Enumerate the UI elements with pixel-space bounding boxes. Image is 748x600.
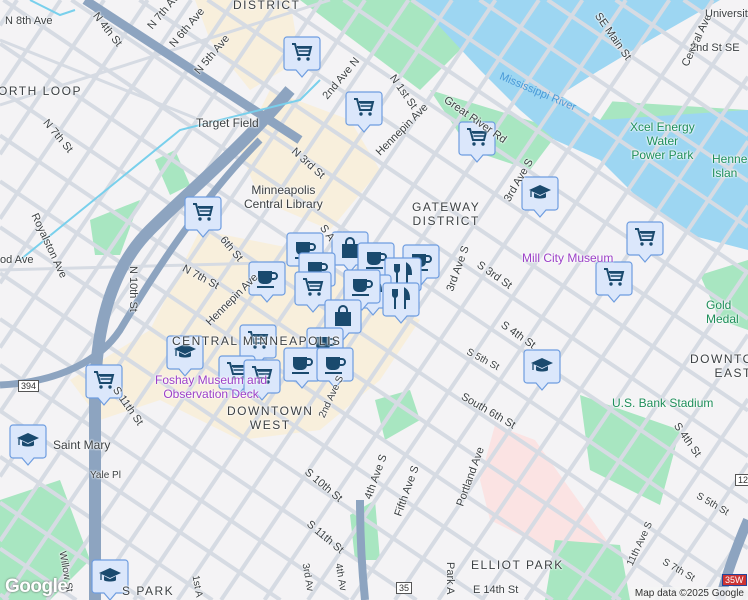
poi-hennepin-island[interactable]: Henne Islan (712, 152, 747, 180)
street-label: Park A (444, 562, 456, 595)
poi-mill-city-museum[interactable]: Mill City Museum (522, 251, 613, 265)
map-canvas[interactable] (0, 0, 748, 600)
district-label: GATEWAY DISTRICT (412, 200, 481, 228)
district-label: ORTH LOOP (0, 84, 82, 98)
street-label: E 14th St (473, 584, 519, 596)
district-label: DISTRICT (233, 0, 301, 12)
street-label: University (705, 8, 748, 20)
street (88, 0, 498, 600)
map-marker-grad[interactable] (9, 424, 47, 466)
poi-central-library[interactable]: Minneapolis Central Library (244, 183, 323, 211)
highway-shield-35w: 35W (722, 574, 747, 586)
district-label: DOWNTOWN WEST (227, 404, 314, 432)
poi-saint-mary[interactable]: Saint Mary (53, 438, 110, 452)
poi-us-bank-stadium[interactable]: U.S. Bank Stadium (612, 396, 713, 410)
street-label: od Ave (0, 254, 34, 266)
district-label: DOWNTOWN EAST (690, 352, 748, 380)
district-label: ELLIOT PARK (471, 558, 564, 572)
map-marker-cart[interactable] (184, 196, 222, 238)
poi-foshay[interactable]: Foshay Museum and Observation Deck (155, 373, 267, 401)
street-label: N 10th St (127, 266, 139, 312)
street-label: Yale Pl (90, 470, 121, 481)
poi-xcel-park[interactable]: Xcel Energy Water Power Park (630, 120, 695, 162)
street-label: N 8th Ave (5, 15, 53, 27)
google-logo: Google (5, 576, 68, 597)
district-label: CENTRAL MINNEAPOLIS (172, 334, 342, 348)
highway-shield-12: 12 (735, 474, 748, 486)
highway-shield-35: 35 (396, 582, 413, 594)
highway-shield-394: 394 (18, 380, 40, 392)
street-label: 2nd St SE (690, 42, 740, 54)
poi-target-field[interactable]: Target Field (196, 116, 259, 130)
map-attribution[interactable]: Map data ©2025 Google (630, 587, 748, 600)
district-label: S PARK (122, 584, 175, 598)
map-marker-grad[interactable] (523, 349, 561, 391)
poi-gold-medal-park[interactable]: Gold Medal (706, 298, 739, 326)
